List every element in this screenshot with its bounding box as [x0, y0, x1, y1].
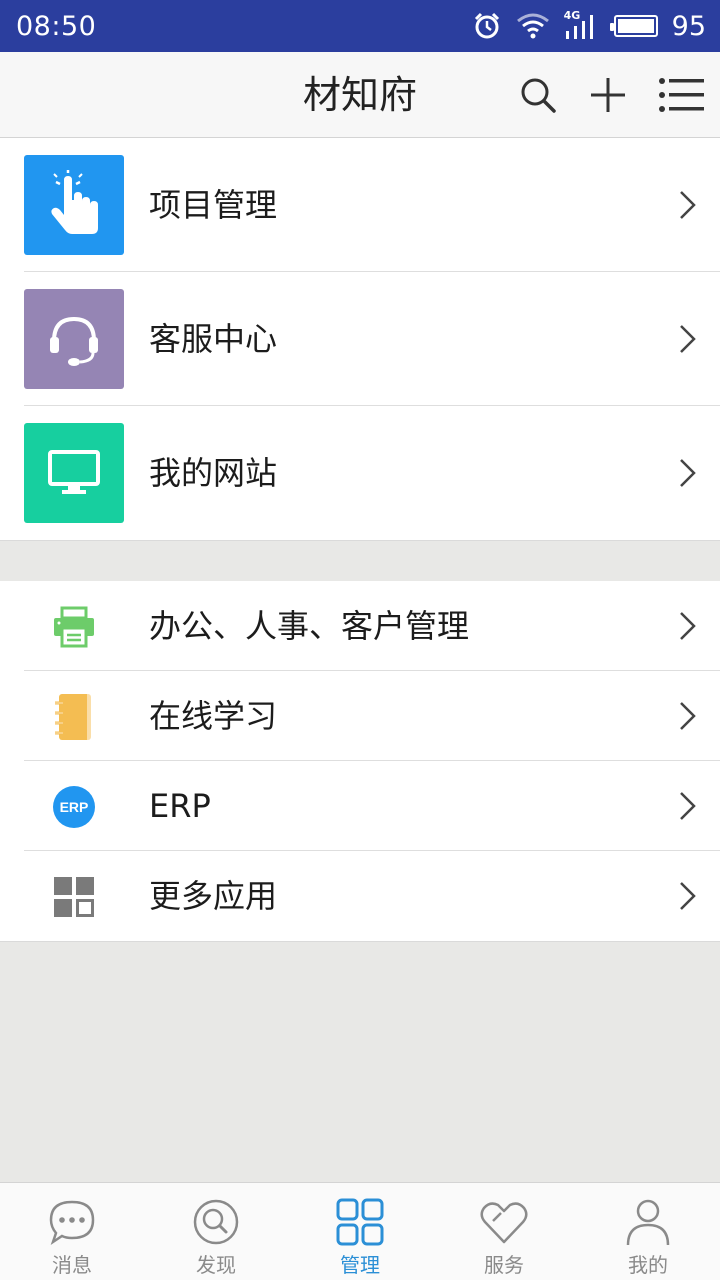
- erp-badge-text: ERP: [53, 786, 95, 828]
- menu-item-erp[interactable]: ERP ERP: [0, 761, 720, 851]
- menu-list-icon[interactable]: [658, 73, 706, 117]
- menu-item-office-hr-crm[interactable]: 办公、人事、客户管理: [0, 581, 720, 671]
- person-icon: [626, 1199, 670, 1246]
- monitor-icon: [48, 450, 100, 494]
- signal-bars-icon: [565, 15, 593, 39]
- tab-label: 我的: [628, 1253, 668, 1277]
- signal-indicator: 4G: [564, 9, 600, 41]
- alarm-icon: [474, 12, 499, 39]
- add-icon[interactable]: [586, 73, 630, 117]
- chevron-right-icon: [680, 882, 696, 910]
- chevron-right-icon: [680, 459, 696, 487]
- manage-grid-icon: [336, 1198, 384, 1246]
- app-header: 材知府: [0, 52, 720, 138]
- tab-manage[interactable]: 管理: [288, 1183, 432, 1280]
- tab-label: 发现: [196, 1253, 236, 1277]
- menu-item-label: 项目管理: [149, 186, 278, 224]
- status-indicators: 4G 95: [472, 9, 706, 42]
- website-tile: [24, 423, 124, 523]
- menu-item-label: 在线学习: [149, 697, 278, 735]
- customer-service-tile: [24, 289, 124, 389]
- erp-badge-icon: ERP: [52, 785, 96, 829]
- tab-profile[interactable]: 我的: [576, 1183, 720, 1280]
- primary-menu-group: 项目管理 客服中心 我的网站: [0, 138, 720, 541]
- status-time: 08:50: [16, 10, 97, 42]
- printer-icon: [52, 605, 96, 649]
- secondary-menu-group: 办公、人事、客户管理 在线学习 ERP ERP 更多应用: [0, 581, 720, 942]
- chat-bubble-icon: [49, 1200, 95, 1246]
- menu-item-project-management[interactable]: 项目管理: [0, 138, 720, 272]
- touch-hand-icon: [51, 170, 98, 234]
- menu-item-more-apps[interactable]: 更多应用: [0, 851, 720, 941]
- menu-item-label: 更多应用: [149, 877, 278, 915]
- battery-level: 95: [671, 10, 706, 42]
- tab-discover[interactable]: 发现: [144, 1183, 288, 1280]
- menu-item-label: 客服中心: [149, 320, 278, 358]
- menu-item-customer-service[interactable]: 客服中心: [0, 272, 720, 406]
- search-icon[interactable]: [516, 73, 560, 117]
- bottom-tab-bar: 消息 发现 管理 服务 我的: [0, 1182, 720, 1280]
- chevron-right-icon: [680, 792, 696, 820]
- menu-item-online-learning[interactable]: 在线学习: [0, 671, 720, 761]
- notebook-icon: [52, 694, 96, 740]
- tab-label: 管理: [340, 1253, 380, 1277]
- chevron-right-icon: [680, 325, 696, 353]
- project-tile: [24, 155, 124, 255]
- menu-item-label: 我的网站: [149, 454, 278, 492]
- chevron-right-icon: [680, 191, 696, 219]
- chevron-right-icon: [680, 702, 696, 730]
- tab-label: 服务: [484, 1253, 524, 1277]
- grid-apps-icon: [52, 875, 96, 919]
- tab-services[interactable]: 服务: [432, 1183, 576, 1280]
- tab-label: 消息: [52, 1253, 92, 1277]
- tab-messages[interactable]: 消息: [0, 1183, 144, 1280]
- heart-icon: [480, 1202, 528, 1244]
- status-bar: 08:50 4G 95: [0, 0, 720, 52]
- discover-search-icon: [193, 1199, 239, 1245]
- menu-item-my-website[interactable]: 我的网站: [0, 406, 720, 540]
- battery-icon: [609, 15, 658, 37]
- chevron-right-icon: [680, 612, 696, 640]
- wifi-icon: [516, 13, 549, 39]
- menu-item-label: 办公、人事、客户管理: [149, 607, 470, 645]
- menu-item-label: ERP: [149, 787, 211, 825]
- headset-icon: [50, 316, 98, 366]
